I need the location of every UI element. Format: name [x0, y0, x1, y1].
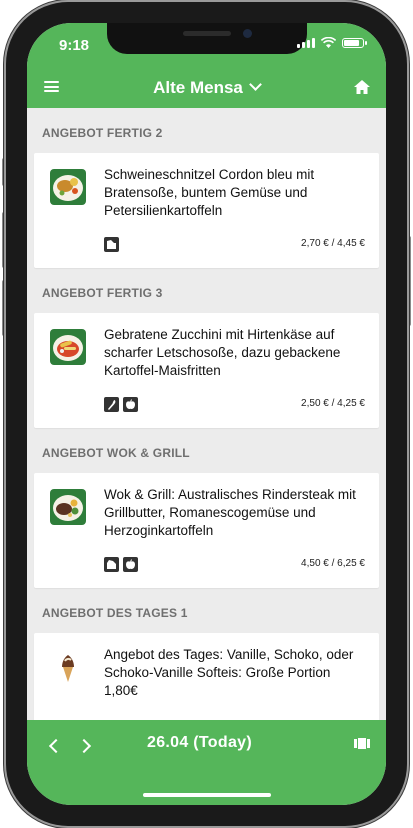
signal-icon [297, 37, 315, 48]
apple-icon [123, 397, 138, 412]
app-header: 9:18 Alte Mensa [27, 23, 386, 108]
pork-icon [104, 237, 119, 252]
price: 4,50 € / 6,25 € [301, 558, 365, 569]
section-title: ANGEBOT DES TAGES 1 [42, 606, 188, 620]
speaker [183, 31, 231, 36]
home-icon[interactable] [354, 80, 370, 94]
dish-thumbnail [50, 329, 86, 365]
menu-card[interactable]: Schweineschnitzel Cordon bleu mit Braten… [34, 153, 379, 268]
dish-thumbnail [50, 169, 86, 205]
price: 2,50 € / 4,25 € [301, 398, 365, 409]
menu-card[interactable]: Gebratene Zucchini mit Hirtenkäse auf sc… [34, 313, 379, 428]
status-time: 9:18 [59, 37, 90, 54]
status-icons [297, 37, 367, 48]
price: 2,70 € / 4,45 € [301, 238, 365, 249]
chevron-down-icon [249, 78, 262, 91]
menu-card[interactable]: Wok & Grill: Australisches Rindersteak m… [34, 473, 379, 588]
section-title: ANGEBOT FERTIG 2 [42, 126, 163, 140]
current-date: 26.04 (Today) [147, 734, 252, 751]
home-indicator[interactable] [143, 793, 271, 797]
dish-name: Wok & Grill: Australisches Rindersteak m… [104, 487, 356, 538]
notch [107, 23, 307, 54]
apple-icon [123, 557, 138, 572]
dish-thumbnail [50, 649, 86, 685]
vegetarian-icon [104, 397, 119, 412]
power-button [407, 236, 411, 326]
dish-name: Angebot des Tages: Vanille, Schoko, oder… [104, 647, 354, 698]
section-title: ANGEBOT FERTIG 3 [42, 286, 163, 300]
previous-day-icon[interactable] [48, 738, 64, 754]
wifi-icon [321, 37, 336, 48]
dish-icons [104, 557, 138, 572]
date-navigation-bar: 26.04 (Today) [27, 720, 386, 805]
next-day-icon[interactable] [76, 738, 92, 754]
menu-card[interactable]: Angebot des Tages: Vanille, Schoko, oder… [34, 633, 379, 720]
dish-icons [104, 397, 138, 412]
canteen-selector[interactable]: Alte Mensa [27, 78, 386, 98]
section-title: ANGEBOT WOK & GRILL [42, 446, 190, 460]
battery-icon [342, 37, 367, 48]
dish-name: Gebratene Zucchini mit Hirtenkäse auf sc… [104, 327, 341, 378]
camera [243, 29, 252, 38]
menu-list[interactable]: ANGEBOT FERTIG 2 Schweineschnitzel Cordo… [27, 108, 386, 720]
dish-icons [104, 237, 119, 252]
header-title: Alte Mensa [153, 78, 243, 97]
phone-frame: 9:18 Alte Mensa ANGEBOT FERTIG 2 Schwein… [0, 0, 413, 828]
dish-name: Schweineschnitzel Cordon bleu mit Braten… [104, 167, 315, 218]
app-screen: 9:18 Alte Mensa ANGEBOT FERTIG 2 Schwein… [27, 23, 386, 805]
beef-icon [104, 557, 119, 572]
week-view-icon[interactable] [354, 738, 370, 749]
dish-thumbnail [50, 489, 86, 525]
